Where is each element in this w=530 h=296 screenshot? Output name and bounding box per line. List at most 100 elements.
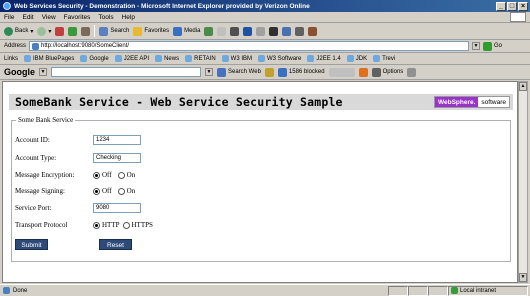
blogger-icon[interactable] — [358, 67, 368, 77]
tool-icon[interactable] — [295, 26, 305, 36]
page-banner: SomeBank Service - Web Service Security … — [9, 94, 513, 110]
close-button[interactable]: × — [518, 1, 528, 11]
menu-help[interactable]: Help — [122, 14, 135, 21]
page-title: SomeBank Service - Web Service Security … — [15, 95, 343, 109]
link-item[interactable]: News — [155, 55, 179, 62]
search-web-label: Search Web — [228, 69, 261, 75]
link-item[interactable]: J2EE 1.4 — [307, 55, 341, 62]
link-label: J2EE API — [123, 55, 150, 62]
link-icon — [155, 55, 163, 62]
search-label: Search — [110, 28, 130, 34]
page-done-icon — [3, 287, 10, 294]
scroll-down-arrow-icon[interactable]: ▼ — [519, 273, 527, 282]
status-cell — [428, 285, 448, 296]
windows-logo-icon — [510, 12, 526, 22]
address-label: Address — [4, 43, 27, 49]
links-label: Links — [4, 55, 19, 62]
https-radio[interactable] — [122, 221, 130, 229]
media-icon — [173, 26, 183, 36]
encryption-on-radio[interactable] — [117, 171, 125, 179]
extra-icon[interactable] — [308, 26, 318, 36]
status-text: Done — [13, 287, 28, 294]
signing-on-radio[interactable] — [117, 187, 125, 195]
signing-label: Message Signing: — [15, 187, 65, 195]
status-cell — [408, 285, 428, 296]
stop-icon[interactable] — [55, 26, 65, 36]
account-type-input[interactable]: Checking — [93, 153, 141, 163]
account-id-input[interactable]: 1234 — [93, 135, 141, 145]
mail-icon[interactable] — [217, 26, 227, 36]
ie-icon — [3, 2, 11, 10]
chevron-down-icon: ▾ — [30, 28, 34, 35]
search-web-button[interactable]: Search Web — [217, 67, 261, 77]
port-input[interactable]: 9080 — [93, 203, 141, 213]
messenger-icon[interactable] — [269, 26, 279, 36]
encryption-off-radio[interactable] — [93, 171, 100, 179]
signing-on-label: On — [126, 187, 136, 195]
port-row: Service Port: 9080 — [15, 203, 141, 213]
link-item[interactable]: JDK — [346, 55, 367, 62]
pencil-icon[interactable] — [407, 67, 417, 77]
refresh-icon[interactable] — [68, 26, 78, 36]
google-menu-dropdown[interactable]: ▼ — [39, 68, 47, 76]
history-icon[interactable] — [204, 26, 214, 36]
pagerank-icon[interactable] — [264, 67, 274, 77]
link-icon — [80, 55, 88, 62]
menu-edit[interactable]: Edit — [22, 14, 33, 21]
status-cell — [388, 285, 408, 296]
menu-tools[interactable]: Tools — [98, 14, 113, 21]
google-search-dropdown[interactable]: ▼ — [205, 68, 213, 76]
link-icon — [114, 55, 122, 62]
back-label: Back — [15, 28, 29, 34]
back-button[interactable]: Back ▾ — [4, 26, 34, 36]
maximize-button[interactable]: □ — [507, 1, 517, 11]
menu-favorites[interactable]: Favorites — [64, 14, 91, 21]
forward-arrow-icon — [37, 26, 47, 36]
account-type-row: Account Type: Checking — [15, 153, 141, 163]
print-icon[interactable] — [230, 26, 240, 36]
google-search-input[interactable] — [51, 67, 201, 77]
link-item[interactable]: Google — [80, 55, 109, 62]
encryption-off-label: Off — [102, 171, 112, 179]
scroll-up-arrow-icon[interactable]: ▲ — [519, 82, 527, 91]
link-item[interactable]: RETAIN — [185, 55, 216, 62]
standard-toolbar: Back ▾ ▾ Search Favorites Media — [0, 23, 530, 40]
minimize-button[interactable]: _ — [496, 1, 506, 11]
links-bar: Links IBM BluePages Google J2EE API News… — [0, 53, 530, 65]
discuss-icon[interactable] — [256, 26, 266, 36]
go-button[interactable]: Go — [483, 41, 503, 51]
address-input[interactable]: http://localhost:9080/SomeClient/ — [29, 41, 470, 51]
menu-view[interactable]: View — [42, 14, 56, 21]
link-icon — [24, 55, 32, 62]
favorites-button[interactable]: Favorites — [133, 26, 170, 36]
address-dropdown-button[interactable]: ▼ — [472, 42, 481, 50]
go-label: Go — [494, 43, 503, 49]
media-button[interactable]: Media — [173, 26, 200, 36]
home-icon[interactable] — [81, 26, 91, 36]
options-button[interactable]: Options — [371, 67, 403, 77]
popup-blocker-button[interactable]: 1586 blocked — [277, 67, 325, 77]
link-icon — [307, 55, 315, 62]
search-button[interactable]: Search — [99, 26, 130, 36]
submit-button[interactable]: Submit — [15, 239, 48, 250]
forward-button[interactable]: ▾ — [37, 26, 51, 36]
http-radio[interactable] — [93, 221, 100, 229]
menu-file[interactable]: File — [4, 14, 14, 21]
reset-button[interactable]: Reset — [99, 239, 132, 250]
favorites-label: Favorites — [144, 28, 170, 34]
link-item[interactable]: W3 IBM — [221, 55, 252, 62]
link-item[interactable]: W3 Software — [258, 55, 301, 62]
link-label: IBM BluePages — [33, 55, 75, 62]
link-item[interactable]: Trevi — [373, 55, 395, 62]
word-icon[interactable] — [243, 26, 253, 36]
link-item[interactable]: J2EE API — [114, 55, 150, 62]
link-item[interactable]: IBM BluePages — [24, 55, 74, 62]
research-icon[interactable] — [282, 26, 292, 36]
vertical-scrollbar[interactable]: ▲ ▼ — [518, 81, 528, 283]
encryption-label: Message Encryption: — [15, 171, 75, 179]
back-arrow-icon — [4, 26, 13, 36]
link-label: J2EE 1.4 — [316, 55, 341, 62]
signing-off-radio[interactable] — [93, 187, 100, 195]
security-zone: Local intranet — [448, 285, 528, 296]
autofill-icon[interactable] — [328, 67, 355, 77]
